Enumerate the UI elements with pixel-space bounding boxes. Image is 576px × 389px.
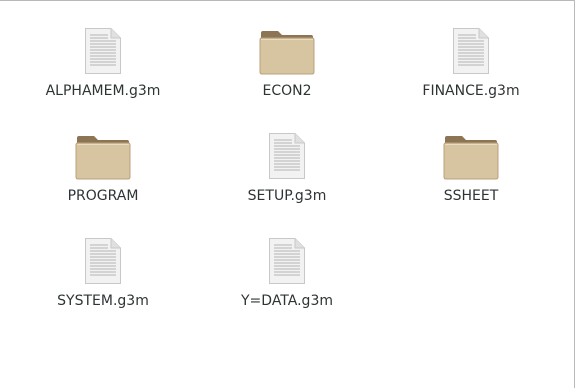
file-item-alphamem[interactable]: ALPHAMEM.g3m: [11, 19, 195, 124]
file-label: FINANCE.g3m: [422, 83, 520, 99]
document-icon: [259, 124, 315, 180]
folder-label: SSHEET: [443, 188, 499, 204]
document-icon: [443, 19, 499, 75]
folder-item-econ2[interactable]: ECON2: [195, 19, 379, 124]
file-label: Y=DATA.g3m: [241, 293, 333, 309]
folder-label: ECON2: [262, 83, 312, 99]
file-item-ydata[interactable]: Y=DATA.g3m: [195, 229, 379, 334]
folder-icon: [75, 124, 131, 180]
icon-grid: ALPHAMEM.g3m ECON2 FINANCE.g3m PROGRAM S…: [11, 19, 563, 334]
file-label: SETUP.g3m: [247, 188, 327, 204]
folder-icon: [443, 124, 499, 180]
document-icon: [259, 229, 315, 285]
file-label: ALPHAMEM.g3m: [45, 83, 161, 99]
file-view-pane: ALPHAMEM.g3m ECON2 FINANCE.g3m PROGRAM S…: [0, 0, 575, 388]
file-item-system[interactable]: SYSTEM.g3m: [11, 229, 195, 334]
file-item-finance[interactable]: FINANCE.g3m: [379, 19, 563, 124]
document-icon: [75, 19, 131, 75]
file-label: SYSTEM.g3m: [57, 293, 149, 309]
folder-label: PROGRAM: [67, 188, 139, 204]
file-item-setup[interactable]: SETUP.g3m: [195, 124, 379, 229]
folder-icon: [259, 19, 315, 75]
folder-item-program[interactable]: PROGRAM: [11, 124, 195, 229]
document-icon: [75, 229, 131, 285]
folder-item-ssheet[interactable]: SSHEET: [379, 124, 563, 229]
